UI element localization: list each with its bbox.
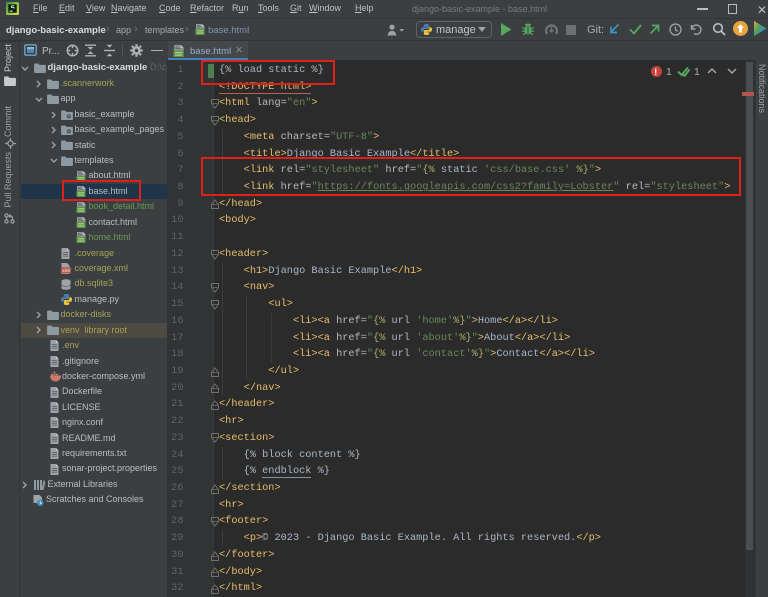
svg-text:xml: xml bbox=[62, 268, 69, 273]
